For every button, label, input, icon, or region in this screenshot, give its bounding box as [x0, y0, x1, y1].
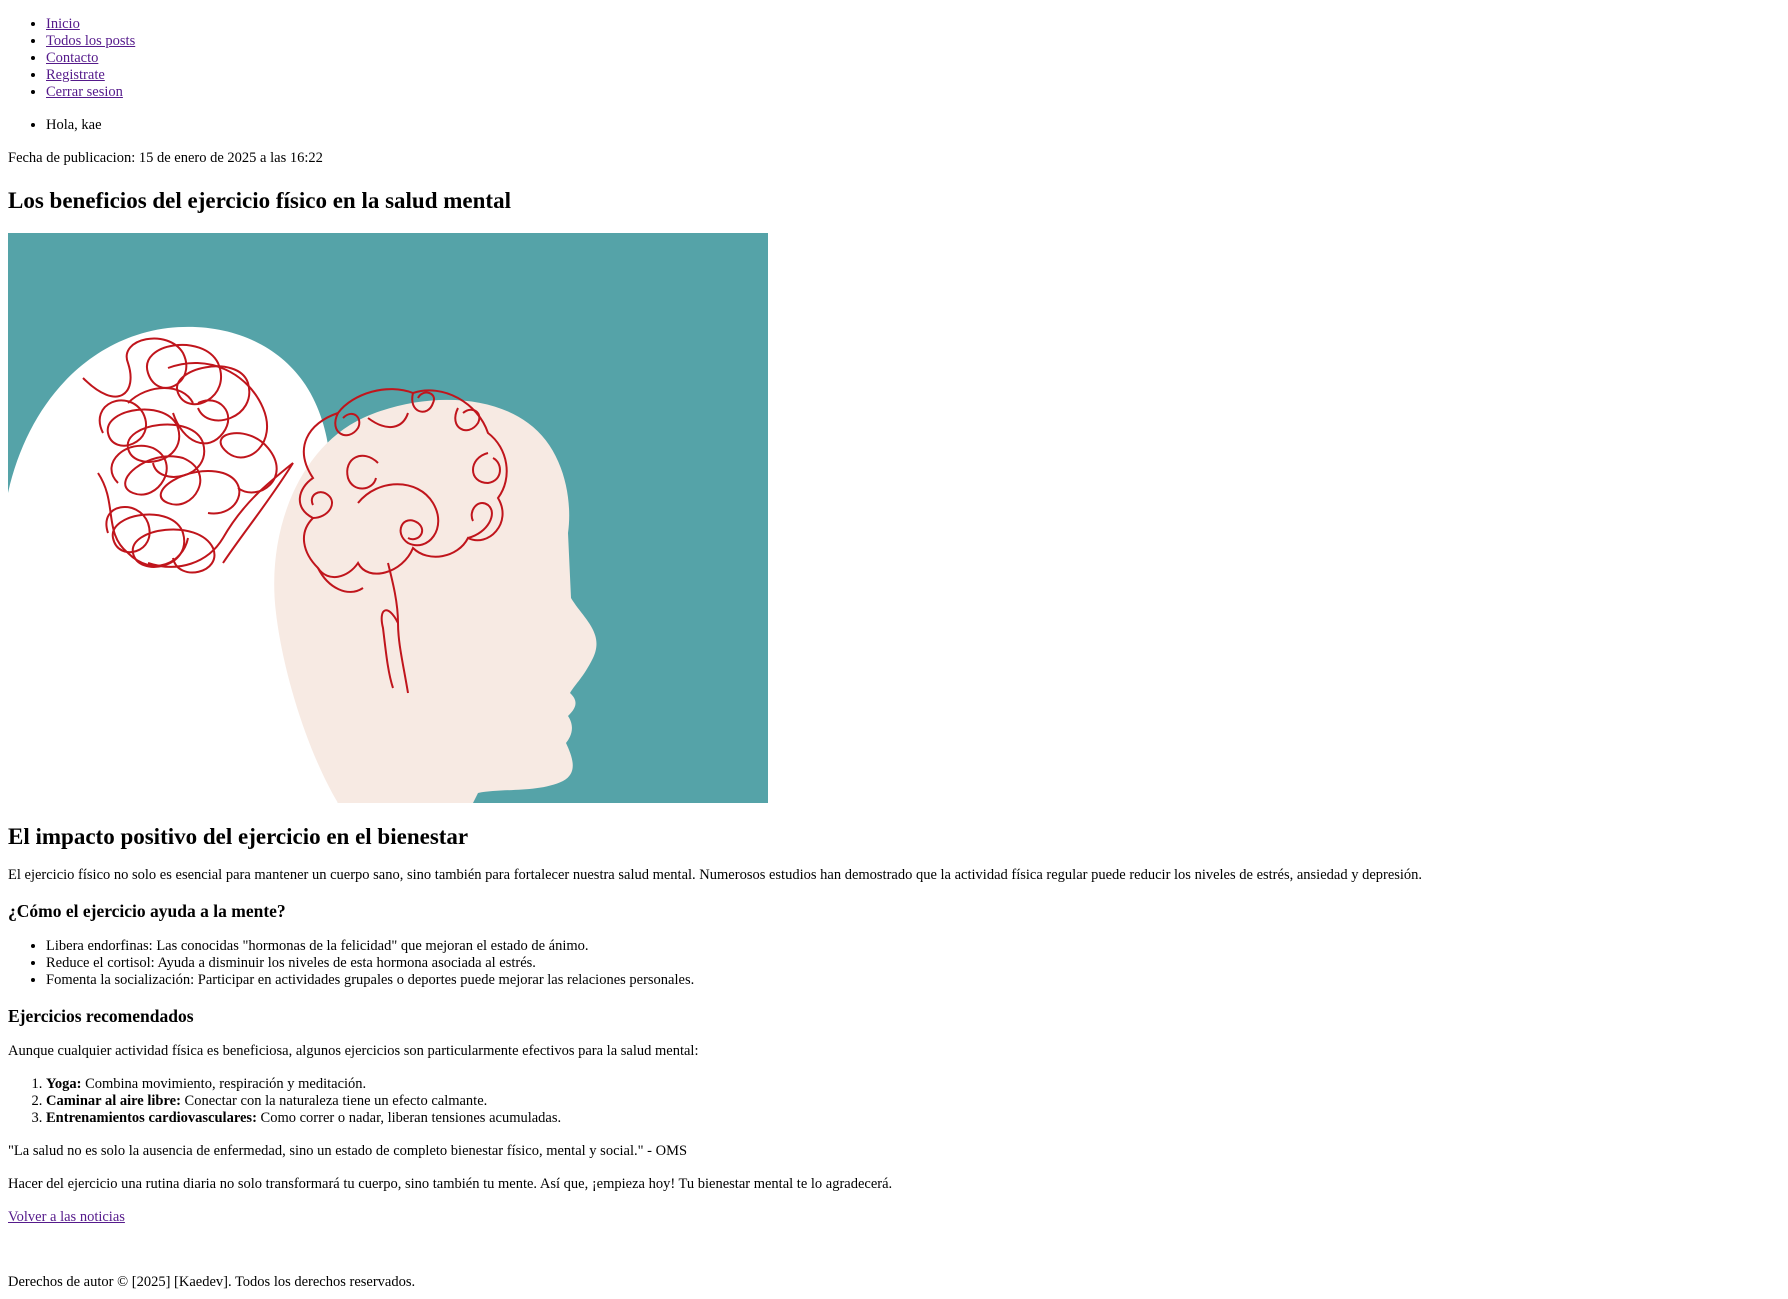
- exercises-intro: Aunque cualquier actividad física es ben…: [8, 1043, 699, 1059]
- exercise-text: Combina movimiento, respiración y medita…: [81, 1076, 367, 1092]
- exercise-name: Entrenamientos cardiovasculares:: [46, 1110, 257, 1126]
- section-title: El impacto positivo del ejercicio en el …: [8, 824, 469, 849]
- exercises-list: Yoga: Combina movimiento, respiración y …: [8, 1076, 1780, 1127]
- exercise-name: Caminar al aire libre:: [46, 1093, 181, 1109]
- closing-text: Hacer del ejercicio una rutina diaria no…: [8, 1176, 893, 1192]
- nav-link-inicio[interactable]: Inicio: [46, 16, 80, 32]
- exercise-text: Como correr o nadar, liberan tensiones a…: [256, 1110, 562, 1126]
- post: Fecha de publicacion: 15 de enero de 202…: [8, 150, 1780, 1226]
- nav-item-registrate: Registrate: [46, 67, 1780, 84]
- nav-link-registrate[interactable]: Registrate: [46, 67, 105, 83]
- nav-link-contacto[interactable]: Contacto: [46, 50, 98, 66]
- list-item: Reduce el cortisol: Ayuda a disminuir lo…: [46, 955, 1780, 972]
- list-item: Caminar al aire libre: Conectar con la n…: [46, 1093, 1780, 1110]
- list-item: Libera endorfinas: Las conocidas "hormon…: [46, 938, 1780, 955]
- user-list: Hola, kae: [8, 117, 1780, 134]
- quote: "La salud no es solo la ausencia de enfe…: [8, 1143, 688, 1159]
- list-item: Yoga: Combina movimiento, respiración y …: [46, 1076, 1780, 1093]
- exercise-name: Yoga:: [46, 1076, 82, 1092]
- right-head-silhouette: [274, 399, 597, 803]
- post-intro: El ejercicio físico no solo es esencial …: [8, 867, 1423, 883]
- back-to-news-link[interactable]: Volver a las noticias: [8, 1209, 1780, 1226]
- footer: Derechos de autor © [2025] [Kaedev]. Tod…: [8, 1274, 1780, 1291]
- exercises-title: Ejercicios recomendados: [8, 1006, 194, 1026]
- list-item: Entrenamientos cardiovasculares: Como co…: [46, 1110, 1780, 1127]
- post-title: Los beneficios del ejercicio físico en l…: [8, 188, 511, 213]
- how-title: ¿Cómo el ejercicio ayuda a la mente?: [8, 901, 286, 921]
- nav-item-todos-los-posts: Todos los posts: [46, 33, 1780, 50]
- copyright-text: Derechos de autor © [2025] [Kaedev]. Tod…: [8, 1274, 416, 1290]
- nav-link-todos-los-posts[interactable]: Todos los posts: [46, 33, 135, 49]
- user-greeting: Hola, kae: [46, 117, 1780, 134]
- how-list: Libera endorfinas: Las conocidas "hormon…: [8, 938, 1780, 989]
- page: Inicio Todos los posts Contacto Registra…: [0, 0, 1788, 1299]
- exercise-text: Conectar con la naturaleza tiene un efec…: [180, 1093, 488, 1109]
- post-hero-image: [8, 233, 768, 803]
- main-nav: Inicio Todos los posts Contacto Registra…: [8, 16, 1780, 134]
- nav-link-cerrar-sesion[interactable]: Cerrar sesion: [46, 84, 123, 100]
- nav-item-contacto: Contacto: [46, 50, 1780, 67]
- nav-item-cerrar-sesion: Cerrar sesion: [46, 84, 1780, 101]
- post-date: Fecha de publicacion: 15 de enero de 202…: [8, 150, 323, 166]
- nav-item-inicio: Inicio: [46, 16, 1780, 33]
- list-item: Fomenta la socialización: Participar en …: [46, 972, 1780, 989]
- nav-list: Inicio Todos los posts Contacto Registra…: [8, 16, 1780, 101]
